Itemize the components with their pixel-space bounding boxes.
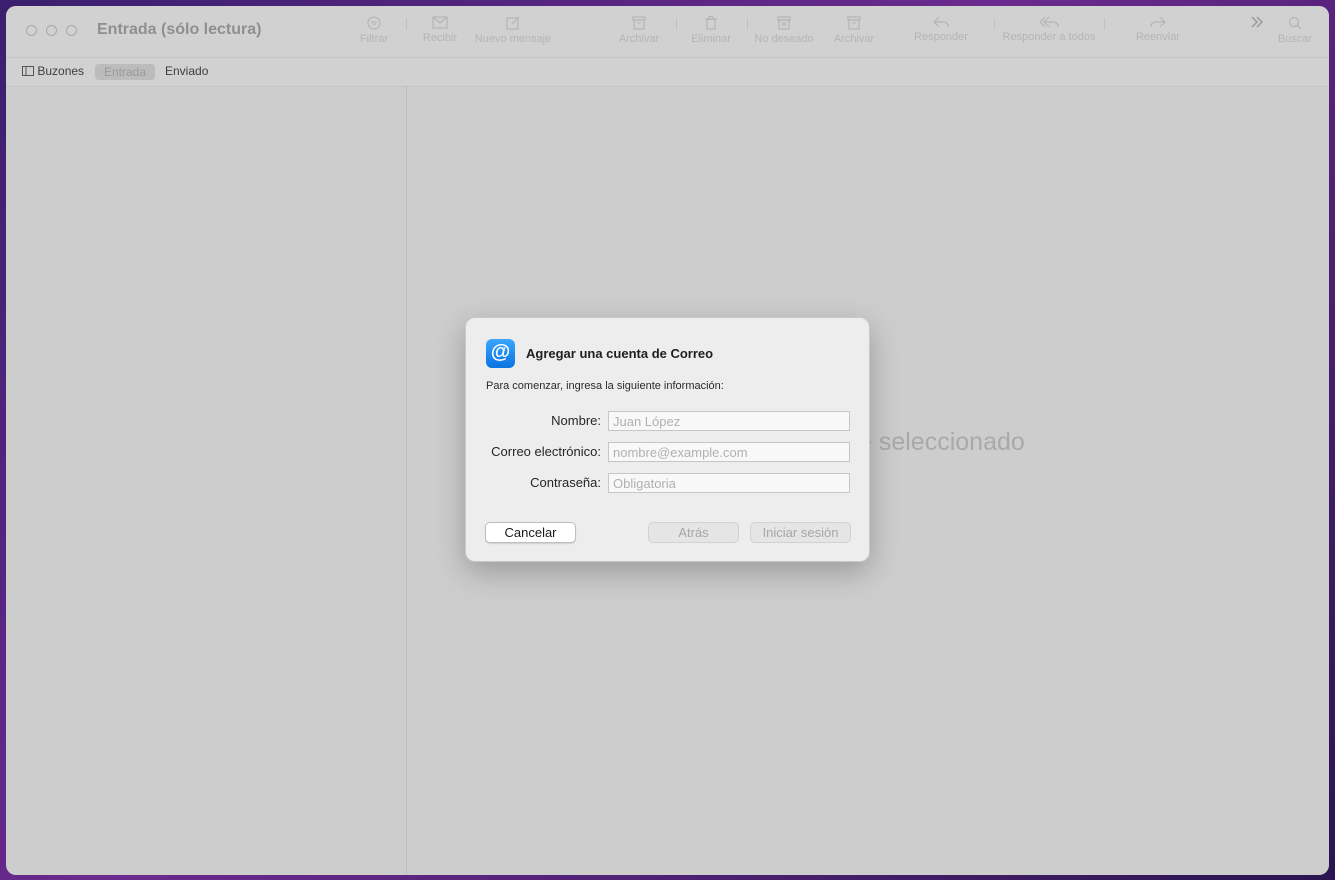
toolbar: Entrada (sólo lectura) Filtrar Recibir N… [6, 6, 1329, 57]
toolbar-archivar-button[interactable]: Archivar [616, 16, 662, 45]
sign-in-button[interactable]: Iniciar sesión [750, 522, 851, 543]
window-title: Entrada (sólo lectura) [97, 21, 262, 38]
dialog-subtitle: Para comenzar, ingresa la siguiente info… [486, 380, 724, 392]
compose-icon [506, 16, 520, 30]
name-field[interactable] [608, 411, 850, 431]
mail-at-icon: @ [486, 339, 515, 368]
toolbar-archivar-2-button[interactable]: Archivar [831, 16, 877, 45]
envelope-icon [432, 16, 448, 29]
toolbar-nuevo-mensaje-button[interactable]: Nuevo mensaje [472, 16, 554, 45]
search-icon [1288, 16, 1302, 30]
tab-enviado[interactable]: Enviado [165, 64, 208, 78]
add-account-dialog: @ Agregar una cuenta de Correo Para come… [465, 317, 870, 562]
tab-buzones[interactable]: Buzones [22, 64, 84, 78]
archive-icon [847, 16, 861, 30]
toolbar-reenviar-button[interactable]: Reenviar [1132, 16, 1184, 43]
favorites-bar: Buzones Entrada Enviado [6, 57, 1329, 87]
cancel-button[interactable]: Cancelar [485, 522, 576, 543]
close-window-button[interactable] [26, 25, 37, 36]
toolbar-no-deseado-button[interactable]: No deseado [752, 16, 816, 45]
back-button[interactable]: Atrás [648, 522, 739, 543]
minimize-window-button[interactable] [46, 25, 57, 36]
toolbar-buscar-button[interactable]: Buscar [1274, 16, 1316, 45]
junk-icon [777, 16, 791, 30]
chevron-double-right-icon [1251, 16, 1264, 28]
dialog-title: Agregar una cuenta de Correo [526, 346, 714, 361]
toolbar-responder-button[interactable]: Responder [910, 16, 972, 43]
toolbar-overflow-button[interactable] [1242, 16, 1272, 31]
reply-icon [933, 16, 949, 28]
reply-all-icon [1039, 16, 1059, 28]
password-label: Contraseña: [530, 475, 601, 490]
toolbar-eliminar-button[interactable]: Eliminar [690, 16, 732, 45]
filter-icon [367, 16, 381, 30]
password-field[interactable] [608, 473, 850, 493]
pane-divider[interactable] [406, 86, 407, 875]
tab-entrada[interactable]: Entrada [95, 64, 155, 80]
forward-icon [1150, 16, 1166, 28]
toolbar-responder-todos-button[interactable]: Responder a todos [998, 16, 1100, 43]
no-message-selected-text: e seleccionado [858, 428, 1025, 456]
email-field[interactable] [608, 442, 850, 462]
name-label: Nombre: [551, 413, 601, 428]
trash-icon [705, 16, 717, 30]
archive-icon [632, 16, 646, 30]
email-label: Correo electrónico: [491, 444, 601, 459]
zoom-window-button[interactable] [66, 25, 77, 36]
toolbar-recibir-button[interactable]: Recibir [420, 16, 460, 44]
sidebar-icon [22, 66, 34, 76]
toolbar-filtrar-button[interactable]: Filtrar [358, 16, 390, 45]
